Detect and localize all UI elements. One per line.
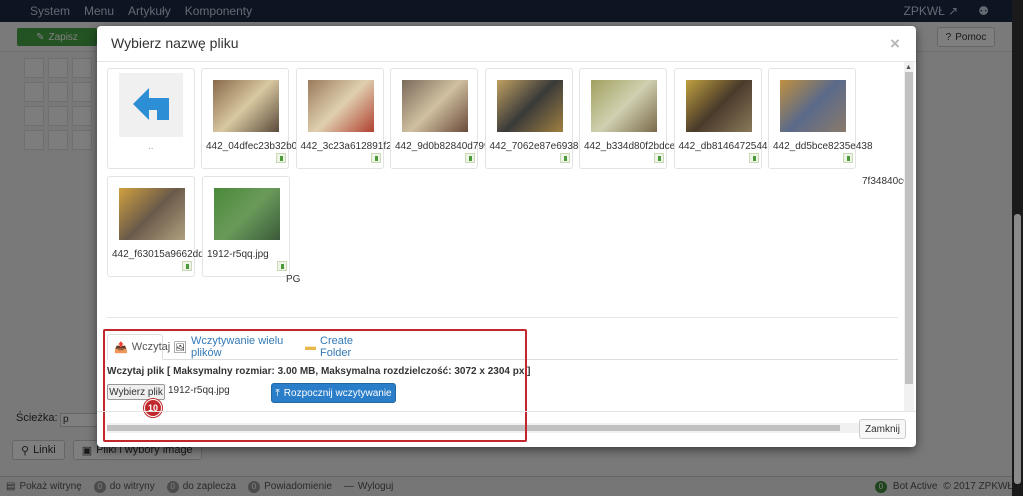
file-type-icon bbox=[465, 153, 475, 163]
file-type-icon bbox=[276, 153, 286, 163]
folder-up-item[interactable]: .. bbox=[107, 68, 195, 169]
filename-overflow: PG bbox=[286, 274, 301, 285]
file-type-icon bbox=[182, 261, 192, 271]
thumbnail-filename: 442_b334d80f2bdcebd bbox=[584, 141, 687, 152]
thumbnail-item[interactable]: 442_7062e87e69380b8 bbox=[484, 68, 595, 169]
page-scrollbar[interactable] bbox=[1012, 0, 1023, 496]
thumbnail-image bbox=[119, 188, 185, 240]
thumbnail-item[interactable]: 442_db814647254420 bbox=[673, 68, 779, 169]
thumbnail-item[interactable]: 442_9d0b82840d79914 bbox=[390, 68, 501, 169]
thumbnail-image bbox=[685, 80, 752, 132]
thumbnail-scrollbar[interactable]: ▲ bbox=[904, 62, 914, 411]
thumbnail-item[interactable]: 1912-r5qq.jpg bbox=[202, 176, 290, 277]
modal-title: Wybierz nazwę pliku bbox=[111, 35, 239, 51]
file-type-icon bbox=[277, 261, 287, 271]
thumbnail-image bbox=[591, 80, 657, 132]
panel-separator bbox=[107, 317, 898, 318]
modal-body: .. 442_04dfec23b32b024c 442_3c23a612891f2… bbox=[97, 62, 916, 442]
thumbnail-image bbox=[402, 80, 468, 132]
thumbnail-image bbox=[213, 80, 279, 132]
modal-footer: Zamknij bbox=[97, 411, 916, 447]
thumbnail-image bbox=[307, 80, 374, 132]
modal-header: Wybierz nazwę pliku × bbox=[97, 26, 916, 62]
file-type-icon bbox=[559, 153, 570, 163]
thumbnail-item[interactable]: 442_b334d80f2bdcebd bbox=[579, 68, 686, 169]
thumbnail-item[interactable]: 442_04dfec23b32b024c bbox=[201, 68, 313, 169]
scroll-up-arrow-icon[interactable]: ▲ bbox=[905, 64, 912, 71]
close-icon[interactable]: × bbox=[890, 34, 900, 54]
thumbnail-image bbox=[780, 80, 846, 132]
thumbnail-item[interactable]: 442_3c23a612891f217f bbox=[295, 68, 406, 169]
file-type-icon bbox=[370, 153, 381, 163]
thumbnail-image bbox=[214, 188, 280, 240]
thumbnail-filename: 1912-r5qq.jpg bbox=[207, 249, 269, 260]
arrow-up-left-icon bbox=[119, 73, 183, 137]
thumbnail-scrollbar-thumb[interactable] bbox=[905, 72, 913, 384]
thumbnail-item[interactable]: 442_dd5bce8235e438 bbox=[768, 68, 873, 169]
thumbnail-filename: 442_db814647254420 bbox=[678, 141, 779, 152]
thumbnail-item[interactable]: 442_f63015a9662ddef4 bbox=[107, 176, 218, 277]
folder-up-label: .. bbox=[148, 141, 154, 152]
file-type-icon bbox=[748, 153, 759, 163]
page-scrollbar-thumb[interactable] bbox=[1014, 214, 1021, 484]
thumbnail-image bbox=[496, 80, 563, 132]
file-picker-modal: Wybierz nazwę pliku × .. 442_04dfec23b32… bbox=[97, 26, 916, 447]
close-button[interactable]: Zamknij bbox=[859, 419, 906, 439]
file-type-icon bbox=[654, 153, 664, 163]
file-type-icon bbox=[843, 153, 853, 163]
thumbnail-filename: 442_dd5bce8235e438 bbox=[773, 141, 873, 152]
